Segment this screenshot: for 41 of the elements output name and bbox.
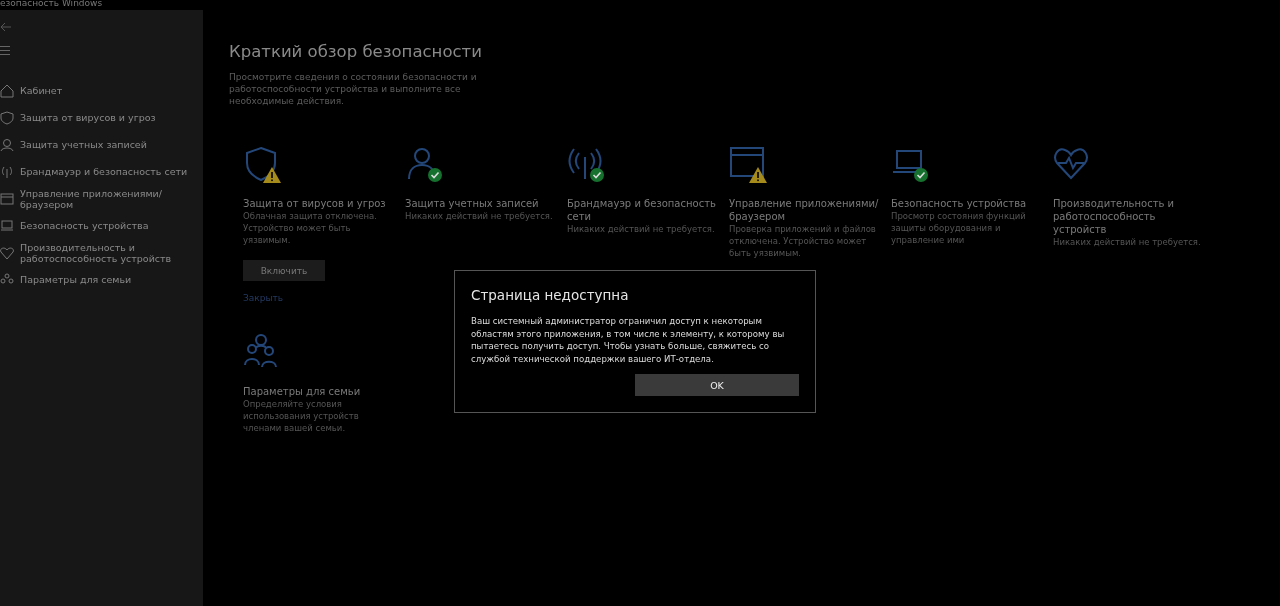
sidebar-item[interactable]: Управление приложениями/браузером <box>0 185 203 212</box>
nav-icon <box>0 110 14 125</box>
card-title[interactable]: Брандмауэр и безопасность сети <box>567 197 717 223</box>
enable-button[interactable]: Включить <box>243 260 325 281</box>
sidebar-item[interactable]: Защита от вирусов и угроз <box>0 104 203 131</box>
card-description: Никаких действий не требуется. <box>405 210 554 222</box>
ok-button[interactable]: OK <box>635 374 799 396</box>
card-title[interactable]: Производительность и работоспособность устройств <box>1053 197 1203 236</box>
card-description: Проверка приложений и файлов отключена. Устройство может быть уязвимым. <box>729 223 877 259</box>
dialog-message: Ваш системный администратор ограничил доступ к некоторым областям этого приложения, в том числе к элементу, к которому вы пытаетесь получить доступ. Чтобы узнать больше, свяжитесь со службой технической поддержки вашего ИТ-отдела. <box>471 315 786 365</box>
page-subtitle: Просмотрите сведения о состоянии безопасности и работоспособности устройства и выполните все необходимые действия. <box>229 71 478 107</box>
nav-icon <box>0 191 14 206</box>
sidebar-item[interactable]: Безопасность устройства <box>0 212 203 239</box>
card-title[interactable]: Управление приложениями/браузером <box>729 197 879 223</box>
nav-icon <box>0 83 14 98</box>
card-description: Просмотр состояния функций защиты оборудования и управление ими <box>891 210 1027 246</box>
card-description: Никаких действий не требуется. <box>567 223 716 235</box>
nav-icon <box>0 245 14 260</box>
card-title[interactable]: Безопасность устройства <box>891 197 1041 210</box>
nav-icon <box>0 137 14 152</box>
card-title[interactable]: Параметры для семьи <box>243 385 393 398</box>
sidebar-item[interactable]: Параметры для семьи <box>0 266 203 293</box>
window-status-icon[interactable] <box>729 145 769 185</box>
dialog-title: Страница недоступна <box>471 287 630 303</box>
menu-icon[interactable] <box>0 46 10 55</box>
back-icon[interactable] <box>0 22 12 32</box>
person-status-icon[interactable] <box>405 145 445 185</box>
sidebar-item[interactable]: Защита учетных записей <box>0 131 203 158</box>
sidebar-item[interactable]: Кабинет <box>0 77 203 104</box>
card-description: Облачная защита отключена. Устройство может быть уязвимым. <box>243 210 378 246</box>
sidebar-item[interactable]: Производительность и работоспособность устройств <box>0 239 203 266</box>
card-description: Определяйте условия использования устройств членами вашей семьи. <box>243 398 360 434</box>
shield-status-icon[interactable] <box>243 145 283 185</box>
page-title: Краткий обзор безопасности <box>229 42 483 61</box>
nav-icon <box>0 272 14 287</box>
card-title[interactable]: Защита учетных записей <box>405 197 555 210</box>
card-title[interactable]: Защита от вирусов и угроз <box>243 197 393 210</box>
card-description: Никаких действий не требуется. <box>1053 236 1202 248</box>
nav-icon <box>0 218 14 233</box>
nav-icon <box>0 164 14 179</box>
sidebar-item[interactable]: Брандмауэр и безопасность сети <box>0 158 203 185</box>
